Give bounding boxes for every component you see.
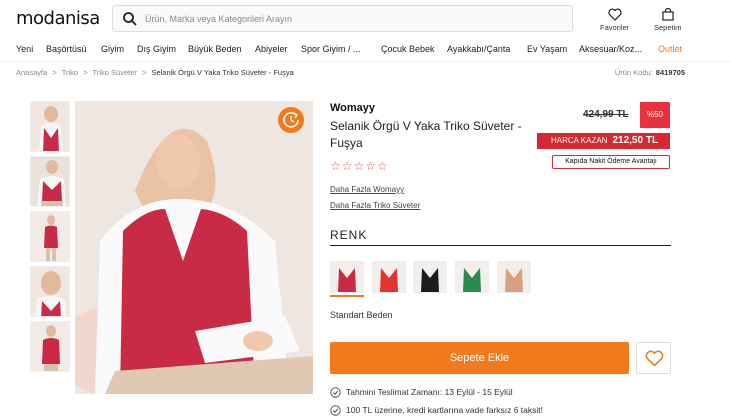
nav-item[interactable]: Çocuk Bebek xyxy=(381,44,435,54)
logo[interactable]: modanisa xyxy=(16,8,100,29)
heart-icon xyxy=(645,350,664,367)
product-main-image[interactable] xyxy=(75,101,313,394)
favorites-label: Favoriler xyxy=(600,23,630,32)
breadcrumb-link[interactable]: Triko xyxy=(62,68,78,77)
delivery-info: Tahmini Teslimat Zamanı: 13 Eylül - 15 E… xyxy=(330,387,513,398)
installment-text: 100 TL üzerine, kredi kartlarına vade fa… xyxy=(346,405,544,415)
old-price: 424,99 TL xyxy=(583,109,629,120)
color-swatch-red[interactable] xyxy=(372,261,406,293)
thumbnail[interactable] xyxy=(30,101,70,152)
breadcrumb-separator: > xyxy=(141,68,147,77)
nav-item[interactable]: Ev Yaşam xyxy=(527,44,567,54)
breadcrumb-link[interactable]: Triko Süveter xyxy=(93,68,137,77)
breadcrumb-link[interactable]: Anasayfa xyxy=(16,68,47,77)
selected-color-indicator xyxy=(330,295,364,297)
search-bar[interactable] xyxy=(112,5,573,32)
size-option[interactable]: Standart Beden xyxy=(330,310,393,320)
color-swatch-black[interactable] xyxy=(413,261,447,293)
add-to-favorites-button[interactable] xyxy=(636,342,671,374)
add-to-cart-button[interactable]: Sepete Ekle xyxy=(330,342,629,374)
color-heading: RENK xyxy=(330,228,368,242)
product-code-label: Ürün Kodu: xyxy=(614,68,653,77)
delivery-text: Tahmini Teslimat Zamanı: 13 Eylül - 15 E… xyxy=(346,387,513,397)
color-swatch-beige[interactable] xyxy=(497,261,531,293)
harca-kazan-banner: HARCA KAZAN 212,50 TL xyxy=(537,133,670,149)
breadcrumb: Anasayfa > Triko > Triko Süveter > Selan… xyxy=(16,68,297,77)
cart-button[interactable]: Sepetim xyxy=(654,8,682,32)
search-icon xyxy=(123,12,137,26)
nav-item[interactable]: Büyük Beden xyxy=(188,44,242,54)
check-circle-icon xyxy=(330,405,341,416)
breadcrumb-separator: > xyxy=(83,68,88,77)
nav-item[interactable]: Başörtüsü xyxy=(46,44,87,54)
more-brand-link[interactable]: Daha Fazla Womayy xyxy=(330,185,404,194)
search-input[interactable] xyxy=(145,10,555,28)
bag-icon xyxy=(662,8,674,21)
rating-stars[interactable]: ☆☆☆☆☆ xyxy=(330,159,389,173)
nav-item-outlet[interactable]: Outlet xyxy=(658,44,682,54)
360-view-icon xyxy=(283,112,299,128)
nav-item[interactable]: Giyim xyxy=(101,44,124,54)
product-title: Selanik Örgü V Yaka Triko Süveter - Fuşy… xyxy=(330,119,522,150)
harca-label: HARCA KAZAN xyxy=(551,136,608,145)
product-code: Ürün Kodu: 8419705 xyxy=(615,68,685,77)
category-nav: Yeni Başörtüsü Giyim Dış Giyim Büyük Bed… xyxy=(0,38,730,62)
breadcrumb-separator: > xyxy=(52,68,57,77)
sale-price: 212,50 TL xyxy=(612,135,659,146)
cart-label: Sepetim xyxy=(654,23,682,32)
nav-item[interactable]: Spor Giyim / ... xyxy=(301,44,361,54)
360-view-button[interactable] xyxy=(278,107,304,133)
thumbnail[interactable] xyxy=(30,211,70,262)
nav-item[interactable]: Ayakkabı/Çanta xyxy=(447,44,510,54)
check-circle-icon xyxy=(330,387,341,398)
favorites-button[interactable]: Favoriler xyxy=(600,8,629,32)
nav-item[interactable]: Abiyeler xyxy=(255,44,288,54)
nav-item[interactable]: Yeni xyxy=(16,44,33,54)
nav-item[interactable]: Aksesuar/Koz... xyxy=(579,44,642,54)
installment-info: 100 TL üzerine, kredi kartlarına vade fa… xyxy=(330,405,544,416)
thumbnail[interactable] xyxy=(30,321,70,372)
cash-on-delivery-badge: Kapıda Nakit Ödeme Avantajı xyxy=(552,155,670,169)
divider xyxy=(330,245,671,246)
product-code-value: 8419705 xyxy=(655,68,685,77)
more-category-link[interactable]: Daha Fazla Triko Süveter xyxy=(330,201,420,210)
thumbnail[interactable] xyxy=(30,156,70,207)
site-header: modanisa Favoriler Sepetim xyxy=(0,0,730,38)
color-swatch-fusya[interactable] xyxy=(330,261,364,293)
thumbnail[interactable] xyxy=(30,266,70,317)
heart-icon xyxy=(607,8,622,21)
product-brand[interactable]: Womayy xyxy=(330,102,375,114)
nav-item[interactable]: Dış Giyim xyxy=(137,44,176,54)
discount-badge: %50 xyxy=(640,102,670,128)
breadcrumb-current: Selanik Örgü V Yaka Triko Süveter - Fuşy… xyxy=(151,68,294,77)
color-swatch-green[interactable] xyxy=(455,261,489,293)
